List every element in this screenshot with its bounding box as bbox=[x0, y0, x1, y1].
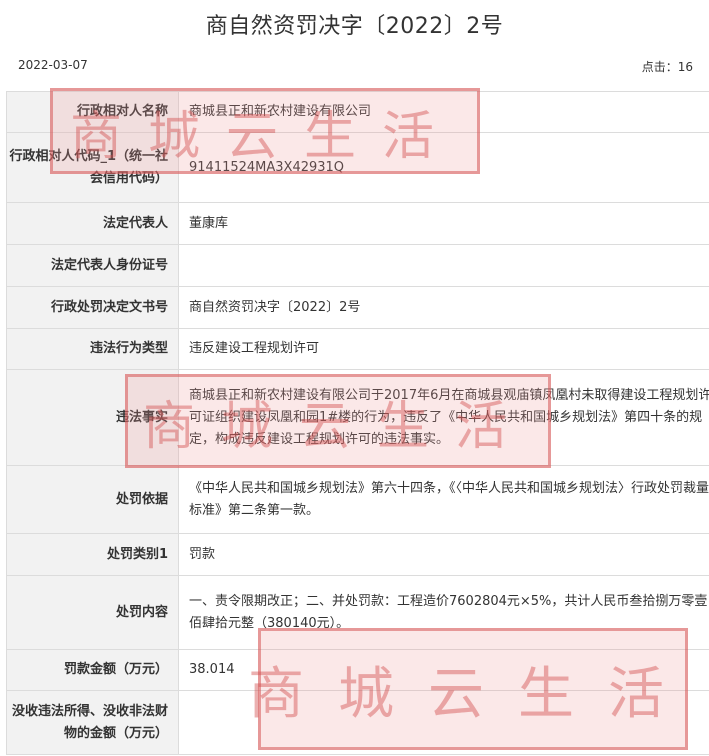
row-label: 处罚内容 bbox=[6, 575, 179, 650]
table-row: 法定代表人身份证号 bbox=[6, 244, 709, 287]
table-row: 行政相对人名称 商城县正和新农村建设有限公司 bbox=[6, 91, 709, 133]
table-row: 行政处罚决定文书号 商自然资罚决字〔2022〕2号 bbox=[6, 286, 709, 329]
row-value: 《中华人民共和国城乡规划法》第六十四条，《〈中华人民共和国城乡规划法〉行政处罚裁… bbox=[178, 465, 709, 534]
table-row: 处罚类别1 罚款 bbox=[6, 533, 709, 576]
row-label: 处罚类别1 bbox=[6, 533, 179, 576]
click-count-value: 16 bbox=[677, 60, 693, 74]
row-value: 38.014 bbox=[178, 649, 709, 691]
row-label: 违法行为类型 bbox=[6, 328, 179, 370]
row-label: 行政相对人代码_1（统一社会信用代码） bbox=[6, 132, 179, 203]
row-label: 处罚依据 bbox=[6, 465, 179, 534]
table-row: 罚款金额（万元） 38.014 bbox=[6, 649, 709, 691]
table-row: 违法事实 商城县正和新农村建设有限公司于2017年6月在商城县观庙镇凤凰村未取得… bbox=[6, 369, 709, 466]
row-value: 董康库 bbox=[178, 202, 709, 245]
row-value bbox=[178, 690, 709, 755]
row-value: 商城县正和新农村建设有限公司于2017年6月在商城县观庙镇凤凰村未取得建设工程规… bbox=[178, 369, 709, 466]
table-row: 违法行为类型 违反建设工程规划许可 bbox=[6, 328, 709, 370]
click-count-label: 点击： bbox=[641, 60, 678, 74]
table-row: 行政相对人代码_1（统一社会信用代码） 91411524MA3X42931Q bbox=[6, 132, 709, 203]
row-value: 商自然资罚决字〔2022〕2号 bbox=[178, 286, 709, 329]
publish-date: 2022-03-07 bbox=[18, 58, 88, 72]
row-label: 罚款金额（万元） bbox=[6, 649, 179, 691]
row-value: 91411524MA3X42931Q bbox=[178, 132, 709, 203]
row-value: 商城县正和新农村建设有限公司 bbox=[178, 91, 709, 133]
row-value bbox=[178, 244, 709, 287]
row-label: 没收违法所得、没收非法财物的金额（万元） bbox=[6, 690, 179, 755]
row-label: 法定代表人 bbox=[6, 202, 179, 245]
row-label: 行政相对人名称 bbox=[6, 91, 179, 133]
table-row: 没收违法所得、没收非法财物的金额（万元） bbox=[6, 690, 709, 755]
click-count: 点击：16 bbox=[642, 58, 693, 75]
table-row: 处罚依据 《中华人民共和国城乡规划法》第六十四条，《〈中华人民共和国城乡规划法〉… bbox=[6, 465, 709, 534]
row-value: 罚款 bbox=[178, 533, 709, 576]
row-label: 行政处罚决定文书号 bbox=[6, 286, 179, 329]
page-title: 商自然资罚决字〔2022〕2号 bbox=[205, 14, 504, 39]
row-label: 违法事实 bbox=[6, 369, 179, 466]
table-row: 法定代表人 董康库 bbox=[6, 202, 709, 245]
table-row: 处罚内容 一、责令限期改正；二、并处罚款：工程造价7602804元×5%，共计人… bbox=[6, 575, 709, 650]
row-value: 违反建设工程规划许可 bbox=[178, 328, 709, 370]
penalty-info-table: 行政相对人名称 商城县正和新农村建设有限公司 行政相对人代码_1（统一社会信用代… bbox=[6, 91, 709, 755]
row-value: 一、责令限期改正；二、并处罚款：工程造价7602804元×5%，共计人民币叁拾捌… bbox=[178, 575, 709, 650]
row-label: 法定代表人身份证号 bbox=[6, 244, 179, 287]
